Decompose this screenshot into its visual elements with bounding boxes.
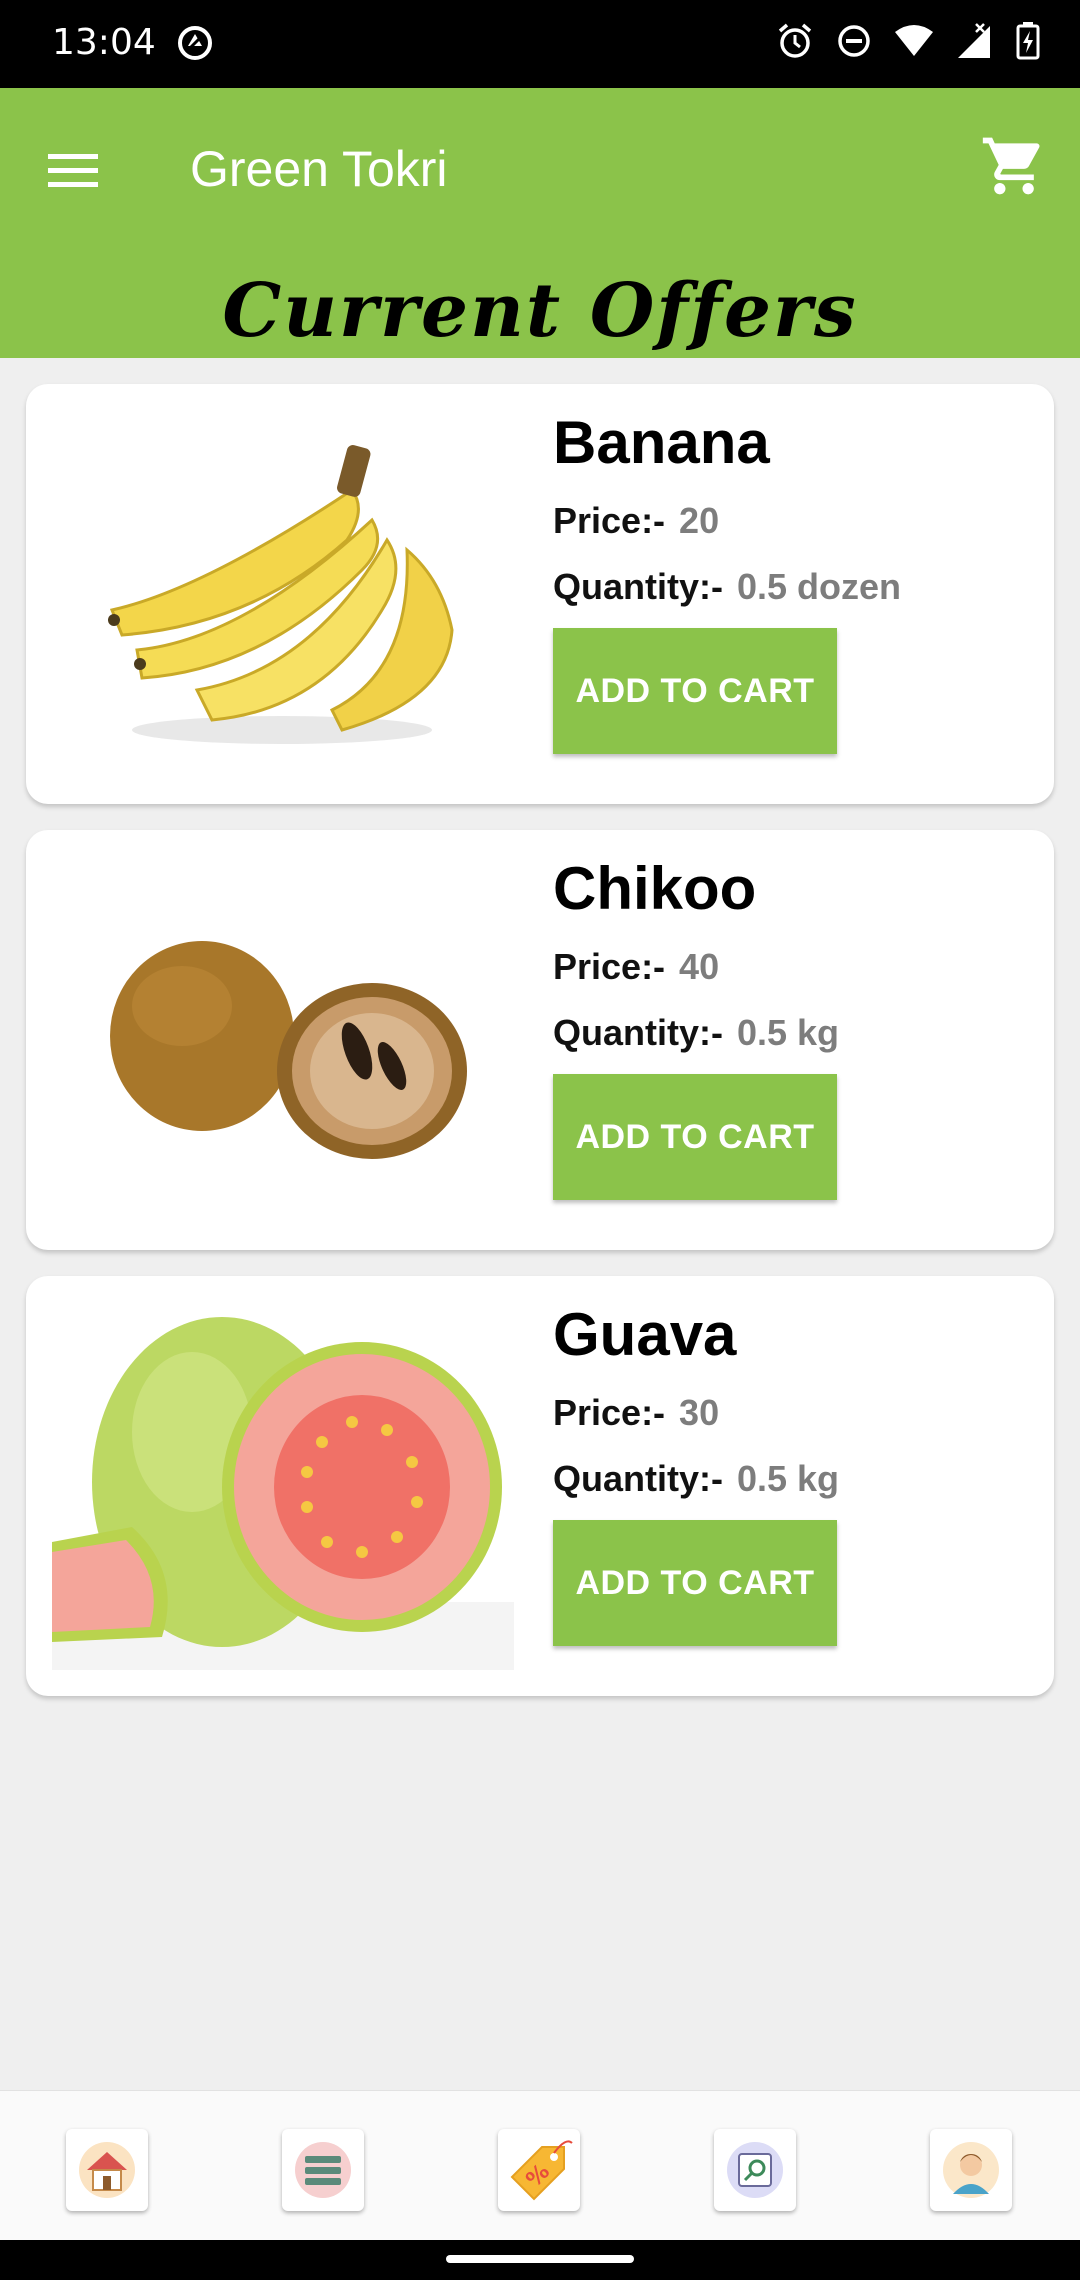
banana-image [108, 445, 454, 744]
status-bar: 13:04 [0, 0, 1080, 88]
product-quantity: Quantity:- 0.5 kg [553, 1012, 839, 1054]
signal-icon [958, 23, 990, 58]
list-icon [295, 2142, 351, 2198]
offers-list: Banana Price:- 20 Quantity:- 0.5 dozen ADD… [26, 384, 1054, 1722]
vpn-icon [178, 26, 212, 60]
search-icon [727, 2142, 783, 2198]
status-time: 13:04 [52, 22, 156, 63]
product-price: Price:- 40 [553, 946, 719, 988]
product-card-chikoo: Chikoo Price:- 40 Quantity:- 0.5 kg ADD TO… [26, 830, 1054, 1250]
nav-offers[interactable]: % [498, 2129, 580, 2211]
app-bar: Green Tokri Current Offers [0, 88, 1080, 358]
product-price: Price:- 20 [553, 500, 719, 542]
product-name: Guava [553, 1301, 737, 1368]
chikoo-image [110, 941, 467, 1159]
product-quantity: Quantity:- 0.5 kg [553, 1458, 839, 1500]
quantity-label: Quantity:- [553, 1458, 723, 1499]
menu-icon[interactable] [46, 144, 100, 198]
offers-icon: % [510, 2140, 573, 2201]
price-value: 20 [679, 500, 720, 541]
add-to-cart-button[interactable]: ADD TO CART [553, 628, 837, 754]
quantity-label: Quantity:- [553, 1012, 723, 1053]
quantity-value: 0.5 kg [736, 1012, 840, 1053]
quantity-label: Quantity:- [553, 566, 723, 607]
product-name: Banana [553, 409, 770, 476]
profile-icon [943, 2142, 999, 2198]
price-label: Price:- [553, 946, 666, 987]
alarm-icon [778, 23, 812, 58]
product-card-banana: Banana Price:- 20 Quantity:- 0.5 dozen ADD… [26, 384, 1054, 804]
add-to-cart-button[interactable]: ADD TO CART [553, 1074, 837, 1200]
home-icon [79, 2142, 135, 2198]
price-label: Price:- [553, 500, 666, 541]
page-title: Current Offers [222, 268, 858, 354]
product-quantity: Quantity:- 0.5 dozen [553, 566, 901, 608]
price-value: 30 [679, 1392, 720, 1433]
app-title: Green Tokri [190, 141, 448, 197]
bottom-nav: % [0, 2090, 1080, 2240]
price-value: 40 [679, 946, 720, 987]
price-label: Price:- [553, 1392, 666, 1433]
gesture-bar [0, 2240, 1080, 2280]
wifi-icon [895, 25, 933, 56]
cart-icon[interactable] [980, 132, 1048, 200]
dnd-icon [838, 25, 870, 57]
nav-search[interactable] [714, 2129, 796, 2211]
product-price: Price:- 30 [553, 1392, 719, 1434]
product-name: Chikoo [553, 855, 757, 922]
quantity-value: 0.5 kg [736, 1458, 840, 1499]
product-card-guava: Guava Price:- 30 Quantity:- 0.5 kg ADD TO … [26, 1276, 1054, 1696]
guava-image [52, 1317, 514, 1670]
battery-icon [1016, 22, 1040, 60]
nav-categories[interactable] [282, 2129, 364, 2211]
nav-profile[interactable] [930, 2129, 1012, 2211]
nav-home[interactable] [66, 2129, 148, 2211]
home-gesture-handle[interactable] [446, 2255, 634, 2263]
quantity-value: 0.5 dozen [736, 566, 902, 607]
add-to-cart-button[interactable]: ADD TO CART [553, 1520, 837, 1646]
